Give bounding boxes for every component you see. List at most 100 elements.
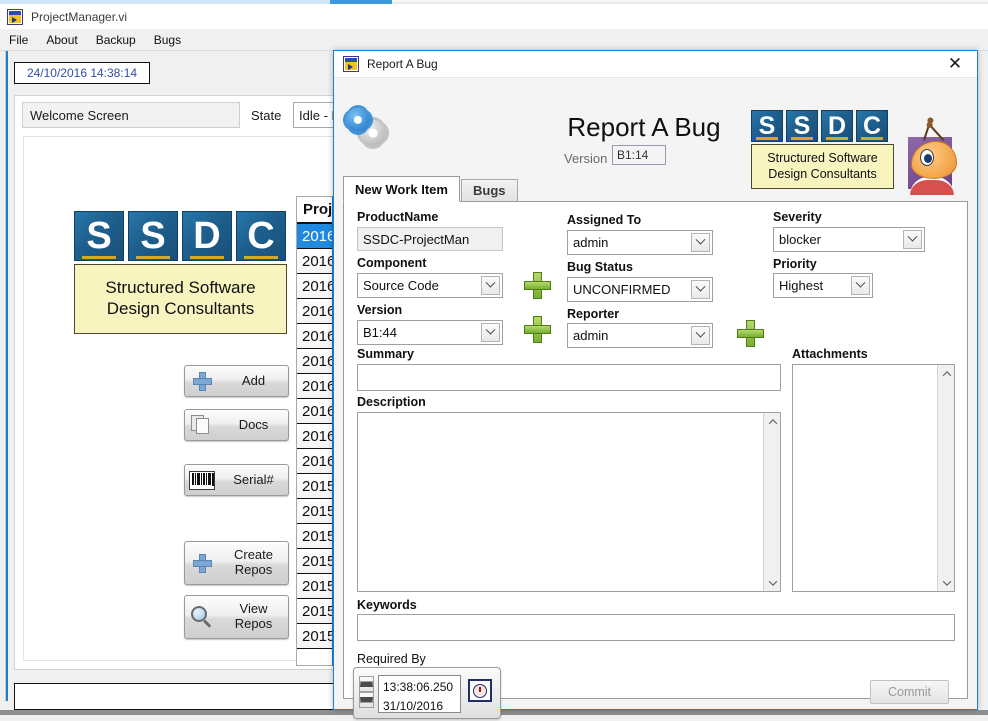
bug-status-value: UNCONFIRMED (568, 282, 691, 297)
dialog-titlebar: Report A Bug ✕ (334, 51, 977, 78)
reporter-select[interactable]: admin (567, 323, 713, 348)
version-value: B1:44 (358, 325, 481, 340)
documents-icon (185, 415, 219, 435)
add-reporter-button[interactable] (737, 320, 764, 347)
add-version-button[interactable] (524, 316, 551, 343)
chevron-down-icon[interactable] (481, 276, 500, 295)
view-repos-label-line2: Repos (219, 617, 288, 632)
priority-value: Highest (774, 278, 851, 293)
component-select[interactable]: Source Code (357, 273, 503, 298)
required-by-time: 13:38:06.250 (383, 678, 460, 697)
reporter-label: Reporter (567, 307, 619, 321)
summary-input[interactable] (357, 364, 781, 391)
assigned-to-label: Assigned To (567, 213, 641, 227)
main-titlebar: ProjectManager.vi (0, 4, 988, 29)
barcode-icon (185, 471, 219, 490)
calendar-clock-icon[interactable] (468, 679, 492, 702)
component-label: Component (357, 256, 426, 270)
serial-number-button[interactable]: Serial# (184, 464, 289, 496)
ssdc-logo: S S D C Structured Software Design Consu… (74, 211, 287, 334)
menu-item-about[interactable]: About (37, 31, 86, 49)
assigned-to-value: admin (568, 235, 691, 250)
logo-letter-c: C (856, 110, 888, 142)
add-component-button[interactable] (524, 272, 551, 299)
create-repos-label-line1: Create (219, 548, 288, 563)
attachments-scrollbar[interactable] (937, 365, 954, 591)
magnifier-icon (185, 606, 219, 628)
close-icon[interactable]: ✕ (933, 51, 977, 77)
report-a-bug-dialog: Report A Bug ✕ Report A Bug Version B1:1… (333, 50, 978, 710)
logo-letter-c: C (236, 211, 286, 261)
component-value: Source Code (358, 278, 481, 293)
menu-item-file[interactable]: File (0, 31, 37, 49)
chevron-down-icon[interactable] (903, 230, 922, 249)
docs-button[interactable]: Docs (184, 409, 289, 441)
scroll-down-icon[interactable] (764, 574, 781, 591)
add-button[interactable]: Add (184, 365, 289, 397)
logo-letter-d: D (182, 211, 232, 261)
menu-item-backup[interactable]: Backup (87, 31, 145, 49)
chevron-down-icon[interactable] (691, 326, 710, 345)
required-by-label: Required By (357, 652, 426, 666)
logo-letter-s2: S (786, 110, 818, 142)
chevron-down-icon[interactable] (691, 233, 710, 252)
main-window-title: ProjectManager.vi (31, 10, 127, 24)
scroll-down-icon[interactable] (938, 574, 955, 591)
dialog-body: Report A Bug Version B1:14 S S D C Struc… (334, 78, 977, 709)
required-by-date: 31/10/2016 (383, 697, 460, 716)
logo-tagline-line1: Structured Software (105, 278, 255, 299)
product-name-field: SSDC-ProjectMan (357, 227, 503, 251)
attachments-label: Attachments (792, 347, 868, 361)
attachments-list[interactable] (792, 364, 955, 592)
severity-value: blocker (774, 232, 903, 247)
priority-label: Priority (773, 257, 817, 271)
scroll-up-icon[interactable] (764, 413, 781, 430)
plus-icon (185, 372, 219, 391)
tab-bugs[interactable]: Bugs (461, 179, 518, 202)
chevron-down-icon[interactable] (851, 276, 870, 295)
product-name-label: ProductName (357, 210, 438, 224)
serial-number-button-label: Serial# (219, 473, 288, 488)
dialog-heading: Report A Bug (514, 112, 774, 143)
logo-tagline-line1: Structured Software (767, 151, 877, 166)
assigned-to-select[interactable]: admin (567, 230, 713, 255)
datetime-spinner[interactable] (359, 676, 374, 708)
screen-name-field[interactable]: Welcome Screen (22, 102, 240, 128)
severity-select[interactable]: blocker (773, 227, 925, 252)
menu-item-bugs[interactable]: Bugs (145, 31, 190, 49)
description-textarea[interactable] (357, 412, 781, 592)
version-label: Version (564, 151, 607, 166)
priority-select[interactable]: Highest (773, 273, 873, 298)
labview-vi-icon (343, 56, 359, 72)
version-label: Version (357, 303, 402, 317)
summary-label: Summary (357, 347, 414, 361)
logo-letter-s1: S (751, 110, 783, 142)
tab-new-work-item[interactable]: New Work Item (343, 176, 460, 202)
description-label: Description (357, 395, 426, 409)
new-work-item-panel: ProductName SSDC-ProjectMan Component So… (343, 201, 968, 699)
required-by-datetime-control[interactable]: 13:38:06.250 31/10/2016 (353, 667, 501, 719)
labview-vi-icon (7, 9, 23, 25)
chevron-down-icon[interactable] (691, 280, 710, 299)
logo-letter-d: D (821, 110, 853, 142)
chevron-down-icon[interactable] (481, 323, 500, 342)
spinner-down-icon[interactable] (359, 692, 374, 708)
left-blue-rail (6, 51, 8, 701)
commit-button[interactable]: Commit (870, 680, 949, 704)
state-label: State (251, 108, 281, 123)
view-repos-button[interactable]: View Repos (184, 595, 289, 639)
dialog-tabs: New Work Item Bugs (343, 176, 968, 202)
datetime-field[interactable]: 13:38:06.250 31/10/2016 (378, 675, 461, 713)
reporter-value: admin (568, 328, 691, 343)
spinner-up-icon[interactable] (359, 676, 374, 692)
version-value-field: B1:14 (612, 145, 666, 165)
bug-status-select[interactable]: UNCONFIRMED (567, 277, 713, 302)
gears-icon (346, 108, 390, 148)
keywords-input[interactable] (357, 614, 955, 641)
version-select[interactable]: B1:44 (357, 320, 503, 345)
create-repos-button[interactable]: Create Repos (184, 541, 289, 585)
scroll-up-icon[interactable] (938, 365, 955, 382)
bug-status-label: Bug Status (567, 260, 633, 274)
description-scrollbar[interactable] (763, 413, 780, 591)
create-repos-label-line2: Repos (219, 563, 288, 578)
